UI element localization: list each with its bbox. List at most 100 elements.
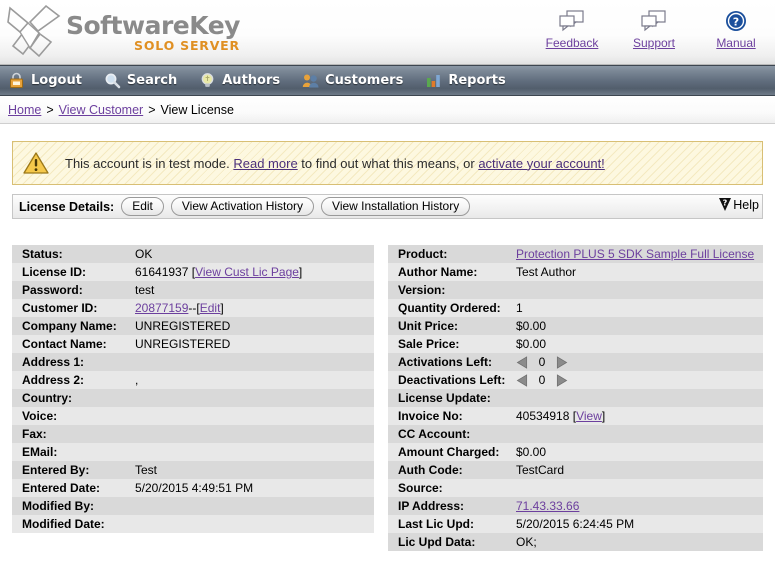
detail-row-value: 1 <box>516 301 763 315</box>
detail-row: Lic Upd Data: OK; <box>388 533 763 551</box>
detail-value-text: test <box>135 283 155 297</box>
detail-row: Last Lic Upd: 5/20/2015 6:24:45 PM <box>388 515 763 533</box>
detail-row-value: 5/20/2015 4:49:51 PM <box>135 481 374 495</box>
nav-item-reports[interactable]: Reports <box>425 72 506 89</box>
detail-value-link[interactable]: 20877159 <box>135 301 188 315</box>
detail-row-value: 40534918 [View] <box>516 409 763 423</box>
detail-row: Status: OK <box>12 245 374 263</box>
detail-row-label: Source: <box>398 481 443 495</box>
chevron-left-icon[interactable] <box>516 355 529 369</box>
chevron-left-icon[interactable] <box>516 373 529 387</box>
detail-row-value: 61641937 [View Cust Lic Page] <box>135 265 374 279</box>
detail-row: Country: <box>12 389 374 407</box>
help-button-label: Help <box>733 197 759 212</box>
speech-bubbles-icon <box>623 6 685 36</box>
detail-row-value: 20877159 -- [Edit] <box>135 301 374 315</box>
breadcrumb-separator: > <box>148 102 156 117</box>
nav-item-customers-label: Customers <box>325 73 404 88</box>
detail-row-label: Fax: <box>22 427 47 441</box>
detail-row-value: 71.43.33.66 <box>516 499 763 513</box>
detail-row-value: UNREGISTERED <box>135 319 374 333</box>
detail-row: IP Address: 71.43.33.66 <box>388 497 763 515</box>
main-navigation: Logout Search Authors Customers Reports <box>0 65 775 96</box>
manual-link[interactable]: ? Manual <box>705 6 767 50</box>
detail-value-text: Test <box>135 463 158 477</box>
detail-row-label: Invoice No: <box>398 409 463 423</box>
detail-row: Auth Code: TestCard <box>388 461 763 479</box>
counter-value: 0 <box>538 355 546 369</box>
edit-button[interactable]: Edit <box>121 197 164 216</box>
feedback-link-label: Feedback <box>545 36 599 50</box>
detail-row-value: Protection PLUS 5 SDK Sample Full Licens… <box>516 247 763 261</box>
chevron-right-icon[interactable] <box>555 355 568 369</box>
breadcrumb-home[interactable]: Home <box>8 103 41 117</box>
detail-row: Quantity Ordered: 1 <box>388 299 763 317</box>
counter-value: 0 <box>538 373 546 387</box>
feedback-link[interactable]: Feedback <box>541 6 603 50</box>
license-right-panel: Product: Protection PLUS 5 SDK Sample Ful… <box>388 245 763 574</box>
detail-action-link[interactable]: Edit <box>200 301 221 315</box>
detail-row-value: , <box>135 373 374 387</box>
banner-read-more-link[interactable]: Read more <box>233 156 297 171</box>
detail-value-text: $0.00 <box>516 445 547 459</box>
question-circle-icon: ? <box>705 6 767 36</box>
nav-item-search[interactable]: Search <box>104 72 177 89</box>
padlock-icon <box>10 72 23 88</box>
detail-row-label: Auth Code: <box>398 463 463 477</box>
view-activation-history-button[interactable]: View Activation History <box>170 197 315 216</box>
detail-row: CC Account: <box>388 425 763 443</box>
detail-row: Address 2:, <box>12 371 374 389</box>
view-installation-history-button[interactable]: View Installation History <box>321 197 471 216</box>
detail-row-label: Address 2: <box>22 373 85 387</box>
brand-name: SoftwareKey <box>66 10 240 40</box>
nav-item-search-label: Search <box>126 73 178 88</box>
detail-row-label: Voice: <box>22 409 58 423</box>
svg-text:?: ? <box>723 199 728 208</box>
detail-row-label: Last Lic Upd: <box>398 517 475 531</box>
bracket-close: ] <box>220 301 224 315</box>
detail-row: Customer ID: 20877159 -- [Edit] <box>12 299 374 317</box>
license-left-panel: Status: OK License ID: 61641937 [View Cust … <box>12 245 374 574</box>
page-header: SoftwareKey SOLO SERVER Feedback Support… <box>0 0 775 65</box>
detail-row-label: Customer ID: <box>22 301 98 315</box>
detail-row-label: Modified By: <box>22 499 94 513</box>
detail-row: Deactivations Left: 0 <box>388 371 763 389</box>
detail-value-link[interactable]: Protection PLUS 5 SDK Sample Full Licens… <box>516 247 754 261</box>
detail-row: Author Name: Test Author <box>388 263 763 281</box>
magnifier-icon <box>105 73 121 89</box>
detail-row-label: Activations Left: <box>398 355 493 369</box>
banner-activate-account-link[interactable]: activate your account! <box>478 156 604 171</box>
manual-link-label: Manual <box>716 36 756 50</box>
help-flag-icon: ? <box>719 198 732 211</box>
breadcrumb-view-customer[interactable]: View Customer <box>59 103 144 117</box>
detail-row-label: Password: <box>22 283 83 297</box>
banner-text-middle: to find out what this means, or <box>297 155 479 171</box>
detail-row-label: Sale Price: <box>398 337 460 351</box>
detail-row-label: Company Name: <box>22 319 117 333</box>
test-mode-banner: This account is in test mode. Read more … <box>12 141 763 185</box>
svg-text:?: ? <box>733 16 739 29</box>
nav-item-authors[interactable]: Authors <box>199 72 280 89</box>
detail-row-label: IP Address: <box>398 499 465 513</box>
detail-action-link[interactable]: View Cust Lic Page <box>195 265 299 279</box>
detail-row-value: OK <box>135 247 374 261</box>
detail-value-text: 61641937 <box>135 265 189 279</box>
detail-action-link[interactable]: View <box>576 409 602 423</box>
detail-row: Activations Left: 0 <box>388 353 763 371</box>
nav-item-logout[interactable]: Logout <box>8 72 82 89</box>
nav-item-customers[interactable]: Customers <box>302 72 403 89</box>
detail-value-link[interactable]: 71.43.33.66 <box>516 499 579 513</box>
detail-row-value: test <box>135 283 374 297</box>
counter-stepper: 0 <box>516 355 568 369</box>
help-button[interactable]: ? Help <box>718 197 759 212</box>
chevron-right-icon[interactable] <box>555 373 568 387</box>
nav-item-authors-label: Authors <box>222 73 281 88</box>
support-link[interactable]: Support <box>623 6 685 50</box>
detail-row-label: Entered Date: <box>22 481 101 495</box>
detail-row: Amount Charged: $0.00 <box>388 443 763 461</box>
detail-row: Contact Name: UNREGISTERED <box>12 335 374 353</box>
detail-row: Address 1: <box>12 353 374 371</box>
license-details-panels: Status: OK License ID: 61641937 [View Cust … <box>12 245 763 574</box>
support-link-label: Support <box>632 36 676 50</box>
brand-logo[interactable]: SoftwareKey SOLO SERVER <box>6 4 240 58</box>
